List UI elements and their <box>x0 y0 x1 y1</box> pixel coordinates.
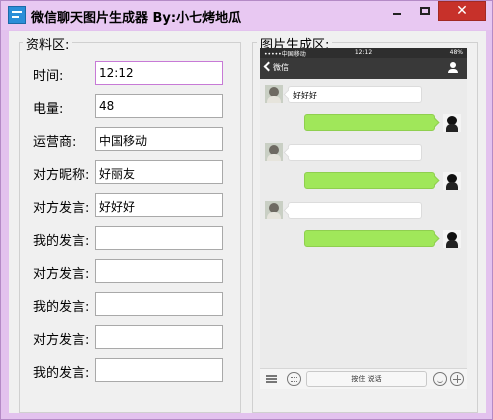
keyboard-icon <box>287 372 301 386</box>
battery-label: 电量: <box>33 102 64 117</box>
plus-icon <box>450 372 464 386</box>
nav-back-label: 微信 <box>273 63 289 72</box>
minimize-icon <box>393 13 401 15</box>
person-icon <box>448 62 458 74</box>
info-group-title: 资料区: <box>23 34 73 53</box>
my-avatar <box>443 230 461 248</box>
their-message-1-input[interactable]: 好好好 <box>95 193 223 217</box>
my-avatar <box>443 114 461 132</box>
close-icon: ✕ <box>456 3 468 19</box>
carrier-label: 运营商: <box>33 135 77 150</box>
title-bar[interactable]: 微信聊天图片生成器 By:小七烤地瓜 ✕ <box>1 1 492 30</box>
my-message-2-input[interactable] <box>95 292 223 316</box>
their-message-1-label: 对方发言: <box>33 201 90 216</box>
chat-input-bar: 按住 说话 <box>260 368 467 389</box>
their-avatar <box>265 143 283 161</box>
my-bubble <box>304 230 435 247</box>
app-window: 微信聊天图片生成器 By:小七烤地瓜 ✕ 资料区: 时间: 12:12 电量: … <box>0 0 493 420</box>
close-button[interactable]: ✕ <box>438 1 486 21</box>
my-message-3-label: 我的发言: <box>33 366 90 381</box>
phone-status-bar: •••••中国移动 12:12 48% <box>260 48 467 58</box>
time-input[interactable]: 12:12 <box>95 61 223 85</box>
their-avatar <box>265 201 283 219</box>
app-icon <box>8 6 26 24</box>
status-time: 12:12 <box>354 49 373 56</box>
chat-preview: •••••中国移动 12:12 48% 微信 好好好 按住 说话 <box>260 48 467 389</box>
their-message-3-input[interactable] <box>95 325 223 349</box>
their-avatar <box>265 85 283 103</box>
my-message-3-input[interactable] <box>95 358 223 382</box>
their-message-3-label: 对方发言: <box>33 333 90 348</box>
their-bubble <box>288 144 422 161</box>
their-bubble <box>288 202 422 219</box>
back-arrow-icon <box>263 61 274 72</box>
my-avatar <box>443 172 461 190</box>
window-title: 微信聊天图片生成器 By:小七烤地瓜 <box>31 11 242 26</box>
my-message-1-input[interactable] <box>95 226 223 250</box>
my-message-1-label: 我的发言: <box>33 234 90 249</box>
my-bubble <box>304 172 435 189</box>
hold-to-talk-button: 按住 说话 <box>306 371 427 387</box>
emoji-icon <box>433 372 447 386</box>
their-bubble: 好好好 <box>288 86 422 103</box>
status-battery: 48% <box>449 49 463 56</box>
time-label: 时间: <box>33 69 64 84</box>
minimize-button[interactable] <box>384 1 410 21</box>
nickname-input[interactable]: 好丽友 <box>95 160 223 184</box>
chat-nav-bar: 微信 <box>260 58 467 79</box>
my-bubble <box>304 114 435 131</box>
client-area: 资料区: 时间: 12:12 电量: 48 运营商: 中国移动 对方昵称: 好丽… <box>9 31 486 413</box>
their-message-2-label: 对方发言: <box>33 267 90 282</box>
maximize-button[interactable] <box>411 1 438 21</box>
nickname-label: 对方昵称: <box>33 168 90 183</box>
menu-icon <box>266 375 277 383</box>
their-message-2-input[interactable] <box>95 259 223 283</box>
maximize-icon <box>420 7 430 15</box>
battery-input[interactable]: 48 <box>95 94 223 118</box>
my-message-2-label: 我的发言: <box>33 300 90 315</box>
carrier-input[interactable]: 中国移动 <box>95 127 223 151</box>
